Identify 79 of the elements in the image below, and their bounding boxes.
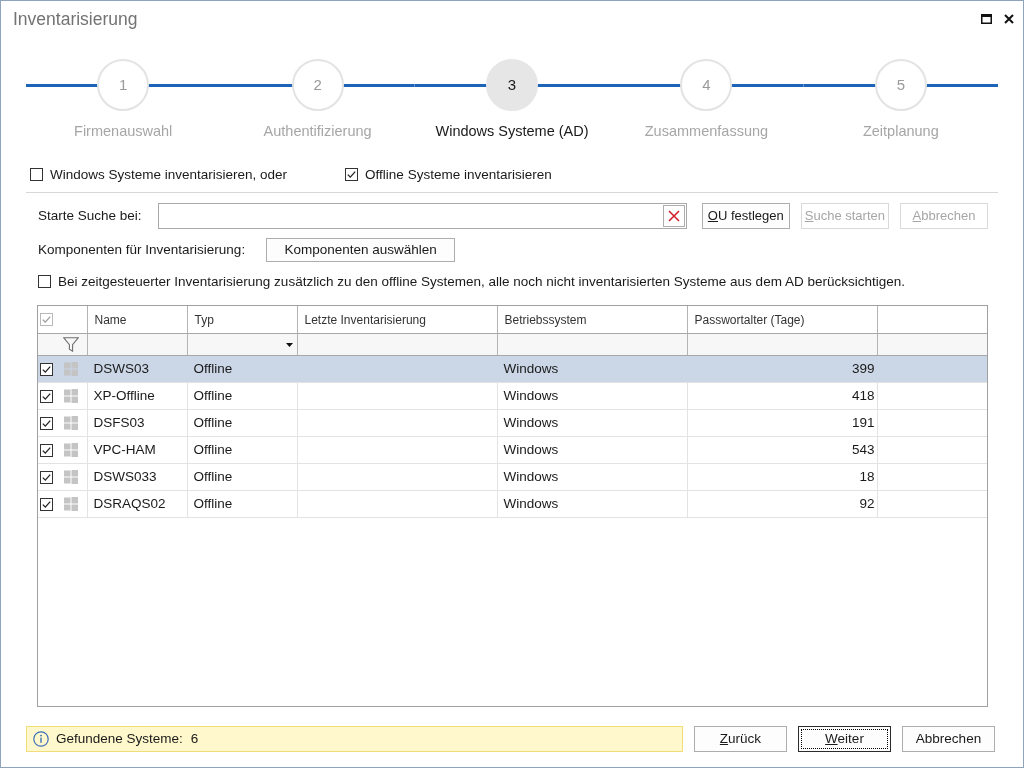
close-icon <box>1004 14 1014 24</box>
maximize-button[interactable] <box>981 14 992 24</box>
info-label: Gefundene Systeme: <box>56 729 183 748</box>
table-row[interactable]: XP-Offline Offline Windows 418 <box>38 382 987 410</box>
checkbox[interactable] <box>30 168 43 182</box>
windows-logo-icon <box>64 443 78 458</box>
windows-logo-icon <box>64 362 78 377</box>
select-components-button[interactable]: Komponenten auswählen <box>266 237 456 262</box>
table-cell: Windows <box>497 463 687 491</box>
checkbox[interactable] <box>38 275 51 289</box>
filter-icon[interactable] <box>62 337 79 353</box>
step-circle[interactable]: 3 <box>486 59 538 111</box>
row-checkbox[interactable] <box>40 416 53 430</box>
info-icon <box>33 730 49 747</box>
table-cell: Windows <box>497 490 687 518</box>
table-cell: 543 <box>687 436 877 464</box>
column-header[interactable]: Name <box>87 305 187 334</box>
table-cell: Windows <box>497 436 687 464</box>
table-cell: DSWS03 <box>87 355 187 383</box>
row-checkbox[interactable] <box>40 497 53 511</box>
table-cell: XP-Offline <box>87 382 187 410</box>
table-row[interactable]: DSWS03 Offline Windows 399 <box>38 355 987 383</box>
row-checkbox[interactable] <box>40 443 53 457</box>
option-label: Windows Systeme inventarisieren, oder <box>50 165 288 184</box>
table-cell: 191 <box>687 409 877 437</box>
row-checkbox[interactable] <box>40 470 53 484</box>
table-cell: Windows <box>497 355 687 383</box>
table-cell: 92 <box>687 490 877 518</box>
table-cell: Offline <box>187 355 297 383</box>
table-cell: DSWS033 <box>87 463 187 491</box>
field-label: Starte Suche bei: <box>38 206 142 225</box>
step-label: Windows Systeme (AD) <box>435 122 589 141</box>
table-cell: Windows <box>497 382 687 410</box>
action-button[interactable]: OU festlegen <box>701 202 790 229</box>
column-header[interactable]: Passwortalter (Tage) <box>687 305 877 334</box>
table-row[interactable]: VPC-HAM Offline Windows 543 <box>38 436 987 464</box>
x-icon <box>667 209 680 222</box>
table-cell: Offline <box>187 436 297 464</box>
window-title: Inventarisierung <box>13 7 138 31</box>
table-cell: Offline <box>187 463 297 491</box>
wizard-button[interactable]: Zurück <box>694 725 787 752</box>
field-label: Komponenten für Inventarisierung: <box>38 240 246 259</box>
wizard-button[interactable]: Abbrechen <box>902 725 995 752</box>
windows-logo-icon <box>64 389 78 404</box>
table-cell: Offline <box>187 382 297 410</box>
checkbox[interactable] <box>345 168 359 182</box>
table-cell: Offline <box>187 409 297 437</box>
step-label: Firmenauswahl <box>74 122 173 141</box>
windows-logo-icon <box>64 497 78 512</box>
table-cell: DSRAQS02 <box>87 490 187 518</box>
column-header[interactable]: Typ <box>187 305 297 334</box>
table-cell: 418 <box>687 382 877 410</box>
column-header[interactable]: Letzte Inventarisierung <box>297 305 497 334</box>
step-label: Zeitplanung <box>862 122 939 141</box>
step-label: Authentifizierung <box>263 122 372 141</box>
table-row[interactable]: DSFS03 Offline Windows 191 <box>38 409 987 437</box>
table-cell: 18 <box>687 463 877 491</box>
table-cell: DSFS03 <box>87 409 187 437</box>
row-checkbox[interactable] <box>40 389 53 403</box>
step-label: Zusammenfassung <box>644 122 769 141</box>
caret-icon <box>285 342 293 347</box>
column-header[interactable]: Betriebssystem <box>497 305 687 334</box>
info-count: 6 <box>190 729 199 748</box>
close-button[interactable] <box>1004 14 1014 24</box>
option-label: Bei zeitgesteuerter Inventarisierung zusätzlich zu den offline Systemen, alle noch nicht inventarisierten Systeme aus dem AD berücksichtigen. <box>58 272 905 291</box>
table-row[interactable]: DSWS033 Offline Windows 18 <box>38 463 987 491</box>
windows-logo-icon <box>64 416 78 431</box>
maximize-icon <box>981 14 992 24</box>
wizard-button[interactable]: Weiter <box>798 725 891 752</box>
table-row[interactable]: DSRAQS02 Offline Windows 92 <box>38 490 987 518</box>
table-cell: Windows <box>497 409 687 437</box>
windows-logo-icon <box>64 470 78 485</box>
table-cell: 399 <box>687 355 877 383</box>
table-cell: Offline <box>187 490 297 518</box>
table-cell: VPC-HAM <box>87 436 187 464</box>
option-label: Offline Systeme inventarisieren <box>365 165 552 184</box>
search-field[interactable] <box>157 202 687 229</box>
row-checkbox[interactable] <box>40 362 53 376</box>
clear-button[interactable] <box>662 204 685 227</box>
